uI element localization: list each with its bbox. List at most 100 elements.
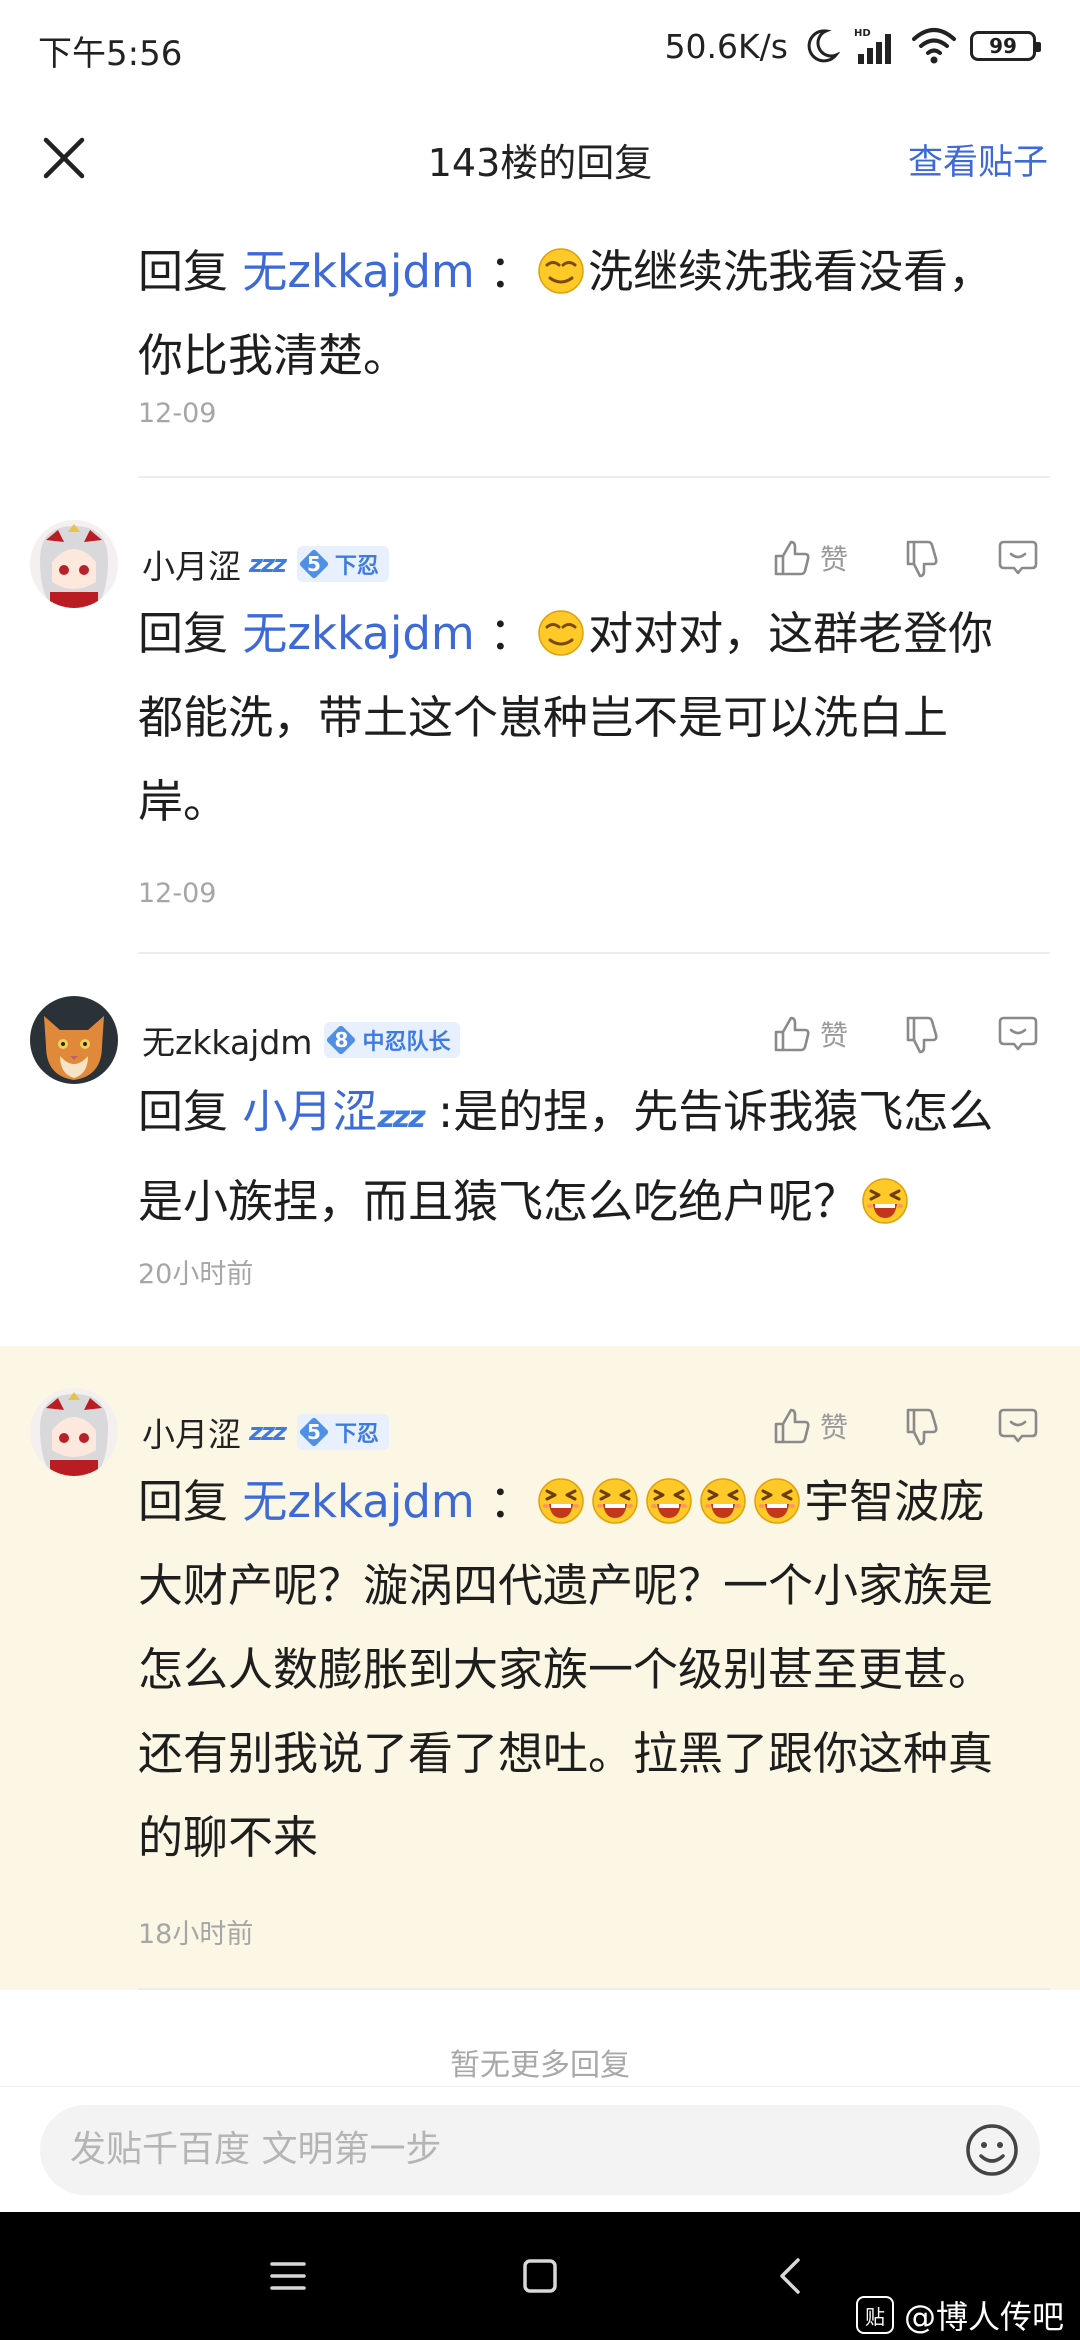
level-title: 下忍 [334, 554, 379, 579]
sleep-icon: zzz [249, 550, 287, 578]
level-badge: 5 下忍 [296, 546, 389, 582]
username[interactable]: 小月涩 [142, 1408, 241, 1456]
net-speed: 50.6K/s [664, 26, 788, 66]
status-right-group: 50.6K/s HD 99 [664, 24, 1041, 68]
comment-icon [996, 1404, 1040, 1448]
battery-level: 99 [989, 34, 1017, 58]
reply-colon: ： [489, 607, 535, 660]
like-button[interactable]: 赞 [770, 536, 848, 580]
status-time: 下午5:56 [38, 34, 183, 74]
sleep-icon: zzz [249, 1418, 287, 1446]
level-title: 中忍队长 [362, 1030, 451, 1055]
reply-prefix: 回复 [138, 245, 229, 298]
svg-text:HD: HD [854, 28, 871, 39]
laughing-emoji-icon [536, 1475, 586, 1525]
laughing-emoji-icon [590, 1475, 640, 1525]
dislike-button[interactable] [900, 536, 944, 580]
battery-icon: 99 [970, 31, 1041, 61]
reply-item: 回复 无zkkajdm ：洗继续洗我看没看，你比我清楚。 12-09 [0, 206, 1080, 478]
wifi-icon [912, 28, 956, 64]
system-nav-bar: 贴 @博人传吧 [0, 2212, 1080, 2340]
level-diamond-icon: 8 [324, 1022, 358, 1058]
watermark: 贴 @博人传吧 [855, 2292, 1064, 2338]
avatar[interactable] [30, 996, 118, 1084]
divider [138, 1988, 1050, 1990]
laughing-emoji-icon [698, 1475, 748, 1525]
reply-button[interactable] [996, 536, 1040, 580]
mention-text: 小月涩 [242, 1085, 378, 1138]
username[interactable]: 无zkkajdm [142, 1016, 312, 1064]
level-number: 5 [306, 1420, 321, 1444]
mention-link[interactable]: 无zkkajdm [242, 1475, 474, 1528]
dislike-button[interactable] [900, 1404, 944, 1448]
level-title: 下忍 [334, 1422, 379, 1447]
emoji-picker-icon[interactable] [964, 2122, 1020, 2178]
mention-link[interactable]: 小月涩zzz [242, 1085, 425, 1138]
level-number: 5 [306, 552, 321, 576]
reply-item-highlighted: 小月涩 zzz 5 下忍 赞 回复 无zkkajdm ：宇智波庞大财产呢？漩涡四… [0, 1346, 1080, 1990]
home-icon[interactable] [516, 2252, 564, 2300]
thumb-down-icon [900, 536, 944, 580]
comment-icon [996, 536, 1040, 580]
thumb-up-icon [770, 1404, 814, 1448]
sleep-icon: zzz [377, 1100, 425, 1135]
thumb-up-icon [770, 536, 814, 580]
watermark-text: @博人传吧 [903, 2298, 1064, 2336]
input-placeholder: 发贴千百度 文明第一步 [70, 2129, 442, 2170]
mention-link[interactable]: 无zkkajdm [242, 245, 474, 298]
status-bar: 下午5:56 50.6K/s HD 99 [0, 0, 1080, 96]
like-label: 赞 [819, 543, 848, 576]
thumb-up-icon [770, 1012, 814, 1056]
level-badge: 5 下忍 [296, 1414, 389, 1450]
moon-icon [807, 29, 840, 63]
smug-emoji-icon [536, 245, 586, 295]
reply-body[interactable]: 回复 小月涩zzz :是的捏，先告诉我猿飞怎么是小族捏，而且猿飞怎么吃绝户呢？ [138, 1070, 1028, 1244]
reply-text: 宇智波庞大财产呢？漩涡四代遗产呢？一个小家族是怎么人数膨胀到大家族一个级别甚至更… [138, 1475, 994, 1864]
reply-button[interactable] [996, 1012, 1040, 1056]
level-badge: 8 中忍队长 [324, 1022, 461, 1058]
menu-icon[interactable] [264, 2252, 312, 2300]
like-button[interactable]: 赞 [770, 1404, 848, 1448]
reply-item: 小月涩 zzz 5 下忍 赞 回复 无zkkajdm ：对对对，这群老登你都能洗… [0, 478, 1080, 954]
view-post-link[interactable]: 查看贴子 [908, 134, 1048, 185]
reply-actions: 赞 [770, 1012, 1040, 1056]
reply-time: 18小时前 [138, 1919, 254, 1950]
reply-actions: 赞 [770, 536, 1040, 580]
no-more-replies: 暂无更多回复 [450, 2048, 630, 2083]
laughing-emoji-icon [644, 1475, 694, 1525]
reply-time: 12-09 [138, 878, 217, 909]
header: 143楼的回复 查看贴子 [0, 110, 1080, 206]
smug-emoji-icon [536, 607, 586, 657]
mention-link[interactable]: 无zkkajdm [242, 607, 474, 660]
avatar[interactable] [30, 1388, 118, 1476]
reply-button[interactable] [996, 1404, 1040, 1448]
username-row: 小月涩 zzz 5 下忍 [142, 540, 389, 588]
signal-icon: HD [854, 28, 891, 64]
back-icon[interactable] [768, 2252, 816, 2300]
reply-colon: ： [489, 1475, 535, 1528]
reply-body[interactable]: 回复 无zkkajdm ：洗继续洗我看没看，你比我清楚。 [138, 230, 1028, 398]
laughing-emoji-icon [752, 1475, 802, 1525]
reply-item: 无zkkajdm 8 中忍队长 赞 回复 小月涩zzz :是的捏，先告诉我猿飞怎… [0, 954, 1080, 1346]
reply-time: 20小时前 [138, 1259, 254, 1290]
reply-body[interactable]: 回复 无zkkajdm ：宇智波庞大财产呢？漩涡四代遗产呢？一个小家族是怎么人数… [138, 1460, 1028, 1880]
like-label: 赞 [819, 1411, 848, 1444]
dislike-button[interactable] [900, 1012, 944, 1056]
username-row: 小月涩 zzz 5 下忍 [142, 1408, 389, 1456]
reply-colon: ： [489, 245, 535, 298]
reply-actions: 赞 [770, 1404, 1040, 1448]
avatar[interactable] [30, 520, 118, 608]
tieba-logo-icon: 贴 [855, 2296, 894, 2334]
like-label: 赞 [819, 1019, 848, 1052]
level-diamond-icon: 5 [297, 546, 331, 582]
reply-prefix: 回复 [138, 1085, 229, 1138]
username[interactable]: 小月涩 [142, 540, 241, 588]
reply-time: 12-09 [138, 398, 217, 429]
username-row: 无zkkajdm 8 中忍队长 [142, 1016, 461, 1064]
comment-input[interactable]: 发贴千百度 文明第一步 [40, 2105, 1040, 2195]
laughing-emoji-icon [860, 1175, 910, 1225]
like-button[interactable]: 赞 [770, 1012, 848, 1056]
level-number: 8 [334, 1028, 349, 1052]
reply-prefix: 回复 [138, 1475, 229, 1528]
reply-body[interactable]: 回复 无zkkajdm ：对对对，这群老登你都能洗，带土这个崽种岂不是可以洗白上… [138, 592, 1028, 844]
